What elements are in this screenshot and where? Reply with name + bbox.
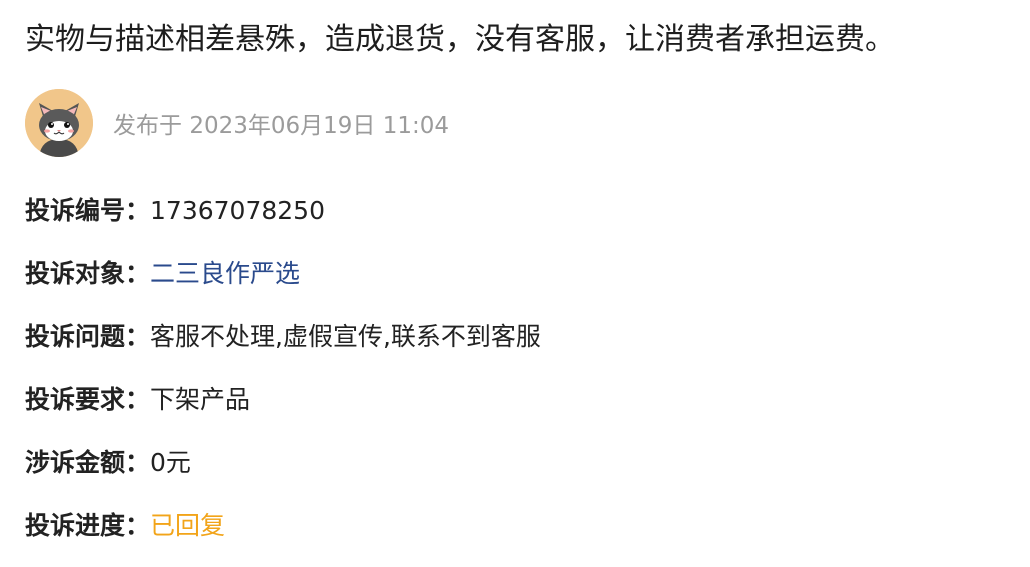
- complaint-issue-value: 客服不处理,虚假宣传,联系不到客服: [150, 322, 541, 351]
- cat-avatar-icon[interactable]: [25, 89, 93, 157]
- field-complaint-issue: 投诉问题： 客服不处理,虚假宣传,联系不到客服: [25, 312, 541, 375]
- author-meta: 发布于 2023年06月19日 11:04: [25, 89, 449, 157]
- field-label: 投诉进度：: [25, 511, 151, 540]
- field-complaint-progress: 投诉进度： 已回复: [25, 501, 541, 564]
- complaint-details: 投诉编号： 17367078250 投诉对象： 二三良作严选 投诉问题： 客服不…: [25, 186, 541, 564]
- complaint-number-value: 17367078250: [150, 196, 325, 225]
- published-time: 发布于 2023年06月19日 11:04: [113, 106, 449, 140]
- field-label: 涉诉金额：: [25, 448, 151, 477]
- field-label: 投诉对象：: [25, 259, 151, 288]
- complaint-progress-status: 已回复: [150, 511, 226, 540]
- complaint-target-link[interactable]: 二三良作严选: [150, 249, 300, 299]
- complaint-request-value: 下架产品: [150, 385, 251, 414]
- field-complaint-request: 投诉要求： 下架产品: [25, 375, 541, 438]
- field-complaint-target: 投诉对象： 二三良作严选: [25, 249, 541, 312]
- field-complaint-number: 投诉编号： 17367078250: [25, 186, 541, 249]
- published-datetime: 2023年06月19日 11:04: [189, 113, 449, 139]
- published-prefix: 发布于: [113, 113, 182, 139]
- field-label: 投诉要求：: [25, 385, 151, 414]
- complaint-amount-value: 0元: [150, 448, 191, 477]
- field-label: 投诉编号：: [25, 196, 151, 225]
- field-label: 投诉问题：: [25, 322, 151, 351]
- field-complaint-amount: 涉诉金额： 0元: [25, 438, 541, 501]
- complaint-title: 实物与描述相差悬殊，造成退货，没有客服，让消费者承担运费。: [25, 22, 895, 57]
